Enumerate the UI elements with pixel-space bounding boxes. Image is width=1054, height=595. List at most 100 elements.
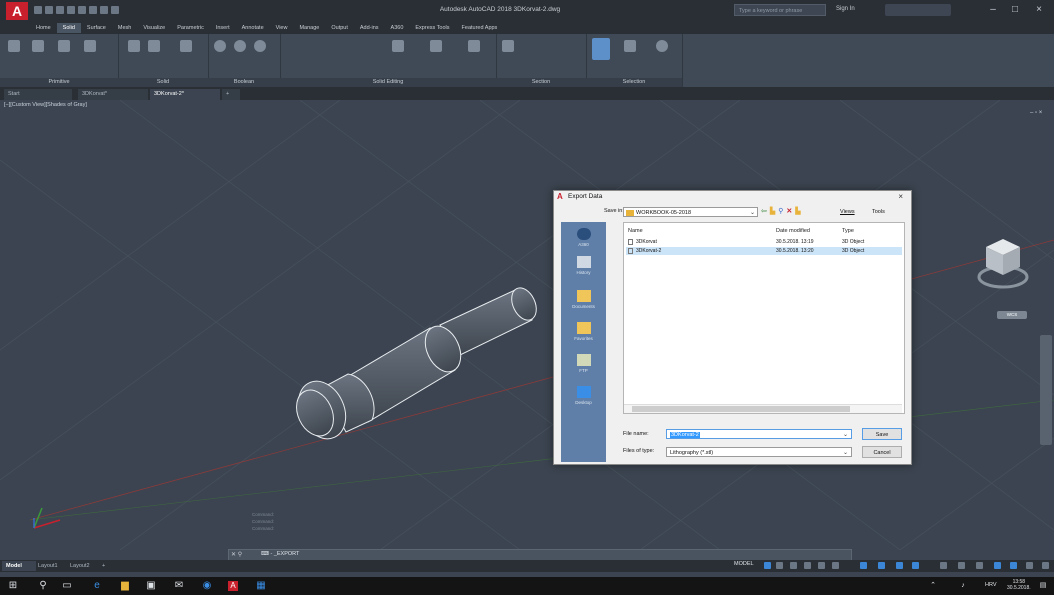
tab-solid[interactable]: Solid [56, 23, 81, 33]
file-tab-3dkorvat-2[interactable]: 3DKorvat-2* [150, 89, 220, 100]
annotation-visibility-icon[interactable] [912, 562, 919, 569]
chevron-down-icon[interactable]: ⌄ [843, 448, 848, 458]
workspace-switch-icon[interactable] [940, 562, 947, 569]
file-name-input[interactable]: 3DKorvat-2 ⌄ [666, 429, 852, 439]
slice-icon[interactable] [392, 40, 404, 52]
polysolid-icon[interactable] [58, 40, 70, 52]
volume-icon[interactable]: ♪ [958, 581, 968, 591]
tab-home[interactable]: Home [30, 23, 57, 33]
tab-mesh[interactable]: Mesh [112, 23, 137, 33]
wcs-menu[interactable]: WCS [997, 311, 1027, 319]
chrome-icon[interactable]: ◉ [202, 581, 212, 591]
tab-output[interactable]: Output [325, 23, 354, 33]
hardware-acceleration-icon[interactable] [1010, 562, 1017, 569]
column-header-name[interactable]: Name [628, 228, 643, 234]
annotation-scale-icon[interactable] [896, 562, 903, 569]
up-folder-icon[interactable]: ▙ [770, 207, 775, 215]
dynamic-ucs-icon[interactable] [878, 562, 885, 569]
task-view-icon[interactable]: ▭ [62, 581, 72, 591]
save-as-icon[interactable] [67, 6, 75, 14]
input-language[interactable]: HRV [985, 582, 997, 588]
file-type-dropdown[interactable]: Lithography (*.stl) ⌄ [666, 447, 852, 457]
snap-icon[interactable] [776, 562, 783, 569]
clock[interactable]: 13:58 30.5.2018. [1007, 579, 1031, 591]
new-tab-button[interactable]: + [222, 89, 240, 100]
tab-express-tools[interactable]: Express Tools [409, 23, 455, 33]
print-icon[interactable] [78, 6, 86, 14]
store-icon[interactable]: ▣ [146, 581, 156, 591]
3d-shaft-model[interactable] [280, 270, 560, 440]
search-icon[interactable]: ⚲ [38, 581, 48, 591]
search-web-icon[interactable]: ⚲ [778, 207, 783, 215]
tab-featured-apps[interactable]: Featured Apps [456, 23, 504, 33]
culling-icon[interactable] [592, 38, 610, 60]
save-in-dropdown[interactable]: WORKBOOK-05-2018 ⌄ [623, 207, 758, 217]
workspace-icon[interactable] [111, 6, 119, 14]
tab-parametric[interactable]: Parametric [171, 23, 210, 33]
mail-icon[interactable]: ✉ [174, 581, 184, 591]
customization-icon[interactable] [1042, 562, 1049, 569]
views-menu[interactable]: Views [840, 209, 855, 215]
chevron-down-icon[interactable]: ⌄ [843, 430, 848, 440]
clean-screen-icon[interactable] [1026, 562, 1033, 569]
section-plane-icon[interactable] [502, 40, 514, 52]
loft-icon[interactable] [148, 40, 160, 52]
new-folder-icon[interactable]: ▙ [795, 207, 800, 215]
network-icon[interactable]: ⌃ [928, 581, 938, 591]
navigation-bar[interactable] [1040, 335, 1052, 445]
ortho-icon[interactable] [790, 562, 797, 569]
units-icon[interactable] [976, 562, 983, 569]
sweep-icon[interactable] [128, 40, 140, 52]
subtract-icon[interactable] [234, 40, 246, 52]
file-list[interactable]: Name Date modified Type 3DKorvat 30.5.20… [623, 222, 905, 414]
file-row[interactable]: 3DKorvat 30.5.2018. 13:19 3D Object [626, 238, 902, 246]
edge-browser-icon[interactable]: e [92, 581, 102, 591]
file-tab-start[interactable]: Start [4, 89, 72, 100]
tab-a360[interactable]: A360 [385, 23, 410, 33]
application-menu-button[interactable]: A [6, 2, 28, 20]
tab-view[interactable]: View [270, 23, 294, 33]
box-icon[interactable] [8, 40, 20, 52]
tab-visualize[interactable]: Visualize [137, 23, 171, 33]
tab-model[interactable]: Model [2, 561, 36, 571]
isodraft-icon[interactable] [818, 562, 825, 569]
column-header-type[interactable]: Type [842, 228, 854, 234]
search-input[interactable]: Type a keyword or phrase [734, 4, 826, 16]
shell-icon[interactable] [430, 40, 442, 52]
new-icon[interactable] [34, 6, 42, 14]
redo-icon[interactable] [100, 6, 108, 14]
notifications-icon[interactable]: ▤ [1038, 581, 1048, 591]
minimize-button[interactable]: – [986, 4, 1000, 16]
scrollbar-thumb[interactable] [632, 406, 850, 412]
add-layout-button[interactable]: + [98, 561, 114, 571]
separate-icon[interactable] [468, 40, 480, 52]
isolate-objects-icon[interactable] [994, 562, 1001, 569]
column-header-date[interactable]: Date modified [776, 228, 810, 234]
revolve-icon[interactable] [180, 40, 192, 52]
extrude-icon[interactable] [32, 40, 44, 52]
help-toolbar[interactable] [885, 4, 951, 16]
dialog-close-button[interactable]: × [898, 192, 903, 201]
back-icon[interactable]: ⇦ [761, 207, 767, 215]
tab-layout2[interactable]: Layout2 [66, 561, 100, 571]
no-filter-icon[interactable] [624, 40, 636, 52]
autocad-taskbar-icon[interactable]: A [228, 581, 238, 591]
word-icon[interactable]: ▦ [256, 581, 266, 591]
tab-add-ins[interactable]: Add-ins [354, 23, 385, 33]
union-icon[interactable] [214, 40, 226, 52]
undo-icon[interactable] [89, 6, 97, 14]
windows-start-icon[interactable]: ⊞ [8, 581, 18, 591]
cancel-button[interactable]: Cancel [862, 446, 902, 458]
gizmo-icon[interactable] [656, 40, 668, 52]
save-icon[interactable] [56, 6, 64, 14]
horizontal-scrollbar[interactable] [624, 404, 902, 413]
tab-manage[interactable]: Manage [293, 23, 325, 33]
maximize-button[interactable]: □ [1008, 4, 1022, 16]
command-close-icon[interactable]: ✕ ⚲ [231, 551, 242, 558]
open-icon[interactable] [45, 6, 53, 14]
viewcube[interactable] [976, 225, 1034, 305]
grid-icon[interactable] [764, 562, 771, 569]
3d-osnap-icon[interactable] [860, 562, 867, 569]
osnap-icon[interactable] [832, 562, 839, 569]
intersect-icon[interactable] [254, 40, 266, 52]
